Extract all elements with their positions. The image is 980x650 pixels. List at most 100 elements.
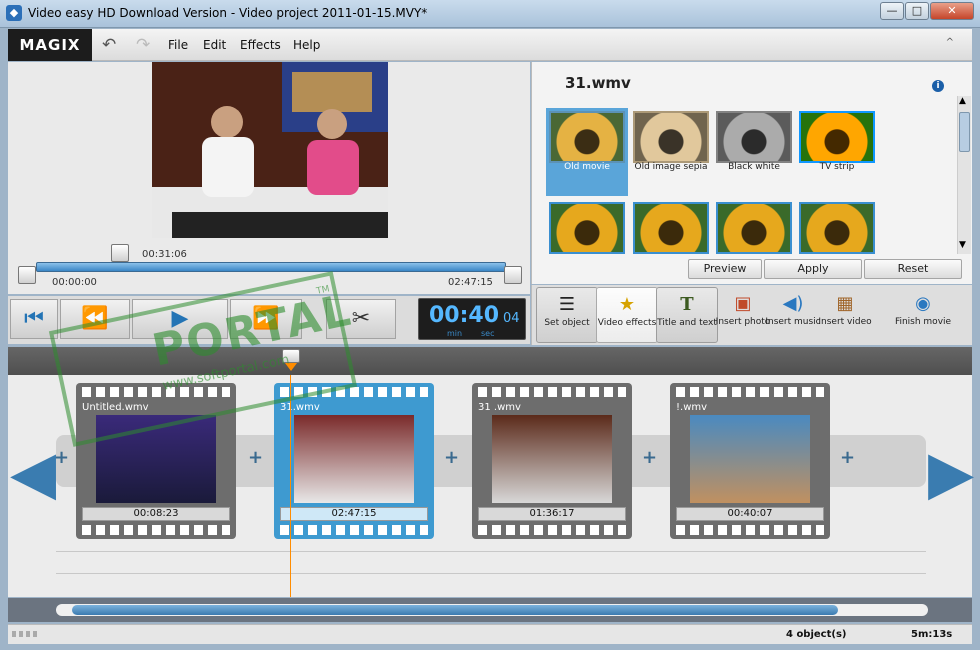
title-text-button[interactable]: T Title and text	[656, 287, 718, 343]
insert-plus-icon[interactable]: +	[642, 447, 657, 468]
insert-plus-icon[interactable]: +	[444, 447, 459, 468]
menu-help[interactable]: Help	[293, 38, 320, 52]
scroll-thumb[interactable]	[72, 605, 838, 615]
video-frame-image	[152, 62, 388, 238]
timecode-frames: 04	[503, 311, 520, 326]
effect-label-old-movie: Old movie	[564, 162, 610, 172]
insert-video-button[interactable]: ▦ Insert video	[814, 287, 876, 343]
preview-button[interactable]: Preview	[688, 259, 762, 279]
scroll-thumb[interactable]	[959, 112, 970, 152]
redo-icon[interactable]: ↷	[136, 35, 150, 55]
clip-duration: 00:40:07	[676, 507, 824, 521]
object-count: 4 object(s)	[786, 629, 847, 640]
clip-duration: 02:47:15	[280, 507, 428, 521]
scroll-down-icon[interactable]: ▼	[959, 240, 966, 250]
scroll-track[interactable]	[56, 604, 928, 616]
timecode-display: 00:40 04 min sec	[418, 298, 526, 340]
title-bar: ◆ Video easy HD Download Version - Video…	[0, 0, 980, 28]
clip-thumbnail	[492, 415, 612, 503]
effect-label-old-image-sepia: Old image sepia	[634, 162, 708, 172]
menu-edit[interactable]: Edit	[203, 38, 226, 52]
clip-duration: 01:36:17	[478, 507, 626, 521]
effect-thumb-6[interactable]	[633, 202, 709, 254]
magix-logo: MAGIX	[8, 29, 92, 61]
range-start-handle[interactable]	[18, 266, 36, 284]
collapse-icon[interactable]: ^	[946, 37, 954, 48]
sliders-icon: ☰	[558, 294, 576, 315]
start-time: 00:00:00	[52, 277, 97, 288]
close-button[interactable]: ✕	[930, 2, 974, 20]
range-end-handle[interactable]	[504, 266, 522, 284]
seek-bar[interactable]	[36, 262, 506, 272]
film-sprocket	[82, 525, 230, 535]
finish-movie-button[interactable]: ◉ Finish movie	[892, 287, 954, 343]
effects-panel: 31.wmv i Old movie Old image sepia Black…	[531, 62, 972, 284]
clip-31[interactable]: 31.wmv 02:47:15	[274, 383, 434, 539]
menu-bar: MAGIX ↶ ↷ File Edit Effects Help ^	[8, 29, 972, 61]
total-duration: 5m:13s	[911, 629, 953, 640]
effect-thumb-old-image-sepia[interactable]	[633, 111, 709, 163]
timecode-main: 00:40	[429, 303, 500, 328]
track-divider	[56, 573, 926, 574]
effect-thumb-5[interactable]	[549, 202, 625, 254]
effect-thumb-black-white[interactable]	[716, 111, 792, 163]
clip-name: !.wmv	[676, 402, 708, 413]
video-preview	[152, 62, 388, 238]
reset-button[interactable]: Reset	[864, 259, 962, 279]
clip-name: 31.wmv	[280, 402, 320, 413]
film-sprocket	[478, 525, 626, 535]
insert-plus-icon[interactable]: +	[840, 447, 855, 468]
timecode-sec-label: sec	[481, 329, 495, 338]
preview-panel: 00:31:06 00:00:00 02:47:15	[8, 62, 530, 294]
end-time: 02:47:15	[448, 277, 493, 288]
effect-label-black-white: Black white	[728, 162, 780, 172]
minimize-button[interactable]: —	[880, 2, 904, 20]
title-t-icon: T	[680, 294, 694, 315]
maximize-button[interactable]: □	[905, 2, 929, 20]
set-object-button[interactable]: ☰ Set object	[536, 287, 598, 343]
film-sprocket	[676, 525, 824, 535]
clip-name: 31 .wmv	[478, 402, 521, 413]
scroll-left-arrow[interactable]: ◀	[10, 433, 56, 513]
effect-thumb-8[interactable]	[799, 202, 875, 254]
set-object-label: Set object	[544, 318, 590, 328]
scroll-up-icon[interactable]: ▲	[959, 96, 966, 106]
info-icon[interactable]: i	[932, 80, 944, 92]
clip-thumbnail	[294, 415, 414, 503]
film-sprocket	[280, 525, 428, 535]
clip-thumbnail	[690, 415, 810, 503]
effects-scrollbar[interactable]: ▲ ▼	[957, 96, 971, 254]
tool-row: ☰ Set object ★ Video effects T Title and…	[531, 285, 972, 345]
insert-plus-icon[interactable]: +	[248, 447, 263, 468]
scroll-right-arrow[interactable]: ▶	[928, 433, 974, 513]
insert-video-icon: ▦	[836, 293, 854, 314]
clip-exclaim[interactable]: !.wmv 00:40:07	[670, 383, 830, 539]
finish-movie-label: Finish movie	[894, 317, 952, 327]
insert-video-label: Insert video	[818, 317, 872, 327]
clip-31-space[interactable]: 31 .wmv 01:36:17	[472, 383, 632, 539]
track-divider	[56, 551, 926, 552]
title-text-label: Title and text	[657, 318, 717, 328]
undo-icon[interactable]: ↶	[102, 35, 116, 55]
timecode-min-label: min	[447, 329, 463, 338]
menu-effects[interactable]: Effects	[240, 38, 281, 52]
insert-music-label: Insert music	[765, 317, 821, 327]
finish-movie-icon: ◉	[915, 293, 931, 314]
apply-button[interactable]: Apply	[764, 259, 862, 279]
magic-wand-icon: ★	[618, 294, 636, 315]
storyboard-scrollbar[interactable]	[8, 598, 972, 622]
insert-plus-icon[interactable]: +	[54, 447, 69, 468]
clip-duration: 00:08:23	[82, 507, 230, 521]
film-sprocket	[676, 387, 824, 397]
window-title: Video easy HD Download Version - Video p…	[28, 6, 428, 20]
seek-handle-time: 00:31:06	[142, 249, 187, 260]
seek-handle[interactable]	[111, 244, 129, 262]
video-effects-label: Video effects	[597, 318, 657, 328]
effect-thumb-old-movie[interactable]	[549, 111, 625, 163]
menu-file[interactable]: File	[168, 38, 188, 52]
video-effects-button[interactable]: ★ Video effects	[596, 287, 658, 343]
effect-thumb-tv-strip[interactable]	[799, 111, 875, 163]
grip-icon	[12, 631, 40, 637]
film-sprocket	[478, 387, 626, 397]
effect-thumb-7[interactable]	[716, 202, 792, 254]
